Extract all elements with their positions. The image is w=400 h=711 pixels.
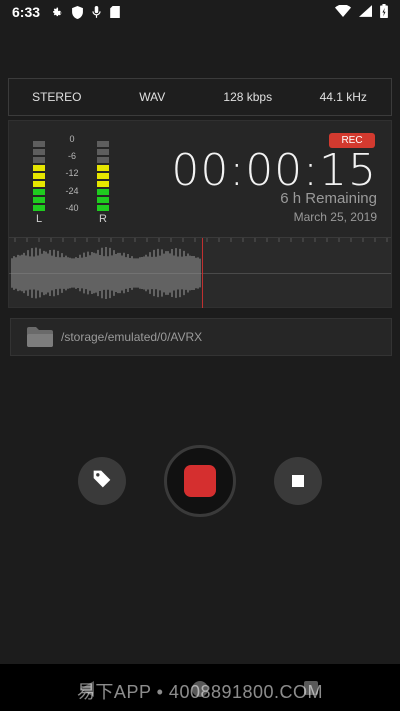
format-channels: STEREO [32, 90, 82, 104]
format-samplerate: 44.1 kHz [319, 90, 367, 104]
recording-date: March 25, 2019 [293, 210, 377, 224]
sd-card-icon [110, 6, 120, 18]
db-tick: -12 [65, 168, 79, 179]
db-tick: -6 [67, 151, 76, 162]
left-channel-label: L [36, 213, 43, 225]
right-channel-label: R [99, 213, 107, 225]
db-tick: -24 [65, 185, 79, 196]
recording-format-bar[interactable]: STEREO WAV 128 kbps 44.1 kHz [8, 78, 392, 116]
db-tick: -40 [65, 202, 79, 213]
db-scale: 0 -6 -12 -24 -40 [61, 134, 83, 220]
wifi-icon [335, 5, 351, 17]
waveform-view[interactable] [9, 237, 391, 308]
watermark-text: 易下APP • 4008891800.COM [76, 682, 324, 702]
battery-icon [380, 4, 388, 18]
signal-icon [359, 5, 372, 17]
playhead[interactable] [202, 238, 203, 308]
add-marker-button[interactable] [78, 457, 126, 505]
record-icon [184, 465, 216, 497]
status-time: 6:33 [12, 4, 41, 20]
left-level-meter [33, 141, 45, 213]
remaining-time: 6 h Remaining [280, 190, 377, 207]
status-bar: 6:33 [0, 0, 400, 24]
storage-path: /storage/emulated/0/AVRX [61, 330, 203, 344]
storage-path-bar[interactable]: /storage/emulated/0/AVRX [10, 318, 392, 356]
settings-gear-icon [50, 6, 63, 19]
stop-button[interactable] [274, 457, 322, 505]
waveform [11, 247, 201, 299]
elapsed-timer: 00:00:15 [171, 145, 377, 196]
right-level-meter [97, 141, 109, 213]
tag-icon [92, 469, 112, 494]
format-bitrate: 128 kbps [223, 90, 273, 104]
stop-icon [292, 475, 304, 487]
db-tick: 0 [69, 134, 75, 144]
recording-panel: L 0 -6 -12 -24 -40 R REC 00:00:15 6 h Re… [8, 120, 392, 308]
format-container: WAV [139, 90, 166, 104]
shield-icon [72, 5, 83, 19]
record-pause-button[interactable] [164, 445, 236, 517]
folder-icon [27, 327, 53, 347]
microphone-icon [92, 5, 101, 19]
